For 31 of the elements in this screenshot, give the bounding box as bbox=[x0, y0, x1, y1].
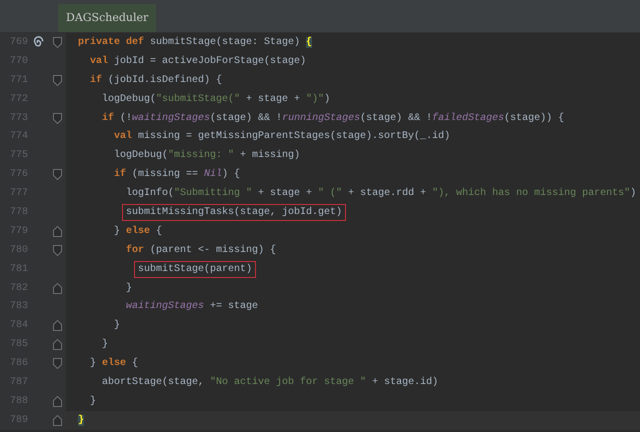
code-line: waitingStages += stage bbox=[126, 301, 258, 312]
code-line: logDebug("submitStage(" + stage + ")") bbox=[102, 94, 330, 105]
unfold-icon[interactable] bbox=[52, 396, 62, 407]
fold-icon[interactable] bbox=[52, 169, 62, 180]
code-line: logDebug("missing: " + missing) bbox=[114, 150, 300, 162]
unfold-icon[interactable] bbox=[52, 339, 62, 350]
fold-icon[interactable] bbox=[52, 36, 62, 48]
code-line: if (jobId.isDefined) { bbox=[90, 74, 222, 86]
unfold-icon[interactable] bbox=[52, 282, 62, 294]
code-line: } bbox=[90, 396, 96, 407]
code-line: if (!waitingStages(stage) && !runningStages(stage) && !failedStages(stage)) { bbox=[102, 112, 564, 124]
code-line: } else { bbox=[114, 226, 162, 237]
code-line: private def submitStage(stage: Stage) { bbox=[78, 36, 312, 48]
code-line: for (parent <- missing) { bbox=[126, 244, 276, 256]
fold-icon[interactable] bbox=[52, 358, 62, 370]
code-line: } bbox=[114, 320, 120, 332]
code-line: abortStage(stage, "No active job for stage " + stage.id) bbox=[102, 376, 438, 388]
code-line: } bbox=[126, 282, 132, 294]
code-line: if (missing == Nil) { bbox=[114, 169, 240, 180]
unfold-icon[interactable] bbox=[52, 226, 62, 237]
code-line: } else { bbox=[90, 358, 138, 370]
code-line: logInfo("Submitting " + stage + " (" + stage.rdd + "), which has no missing parents") bbox=[126, 188, 636, 200]
unfold-icon[interactable] bbox=[52, 414, 62, 426]
fold-icon[interactable] bbox=[52, 74, 62, 86]
code-line: val missing = getMissingParentStages(stage).sortBy(_.id) bbox=[114, 131, 450, 142]
code-line: } bbox=[102, 339, 108, 350]
fold-icon[interactable] bbox=[52, 244, 62, 256]
code-line: val jobId = activeJobForStage(stage) bbox=[90, 56, 306, 67]
file-tab[interactable]: DAGScheduler bbox=[58, 4, 156, 32]
fold-icon[interactable] bbox=[52, 112, 62, 124]
unfold-icon[interactable] bbox=[52, 320, 62, 332]
